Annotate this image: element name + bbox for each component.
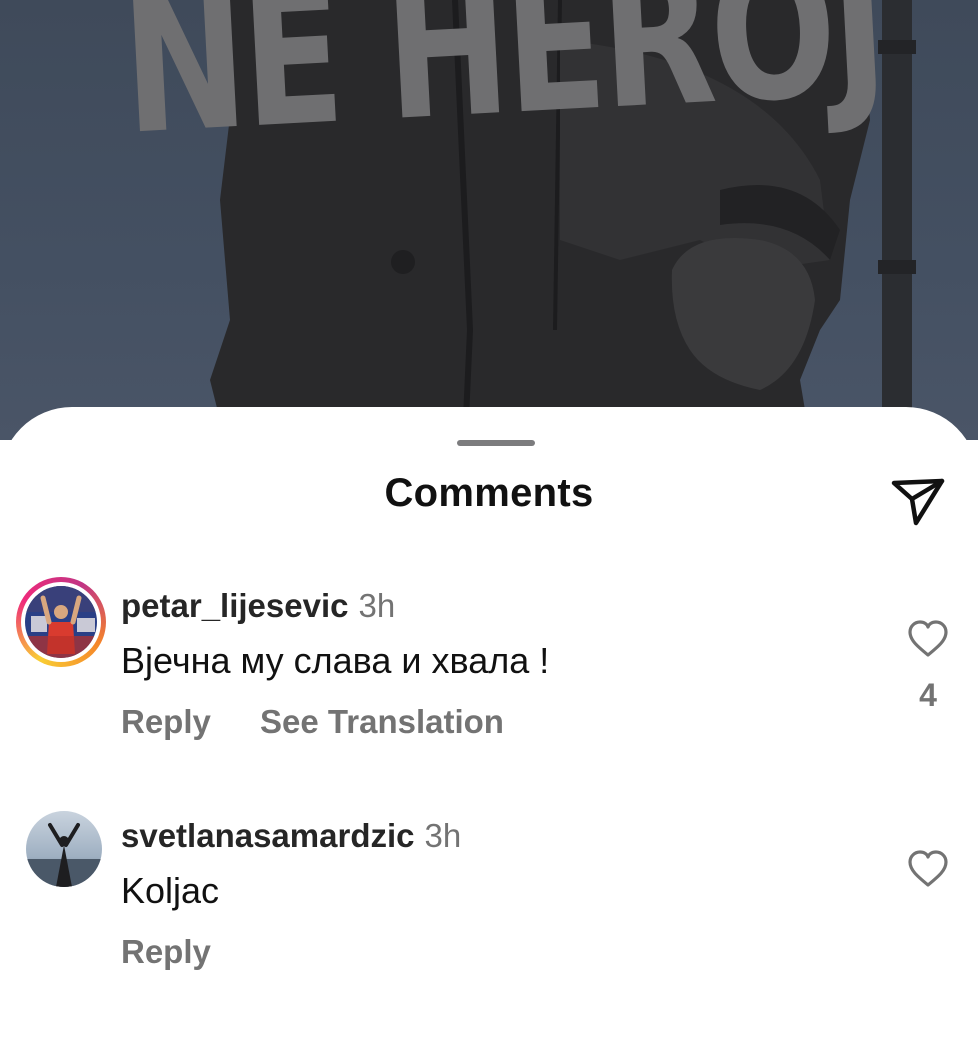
comment-time: 3h: [424, 817, 462, 854]
reply-button[interactable]: Reply: [121, 933, 211, 970]
like-button[interactable]: [907, 849, 949, 889]
comment-text: Koljac: [121, 870, 220, 911]
comment-time: 3h: [358, 587, 396, 624]
comment-username[interactable]: petar_lijesevic 3h: [121, 587, 395, 625]
avatar-image: [25, 586, 97, 658]
like-count: 4: [919, 677, 937, 713]
comments-sheet: Comments petar_lijesevic 3h Вјечна му сл…: [0, 407, 978, 1040]
sheet-grab-handle[interactable]: [457, 440, 535, 446]
comment-actions: Reply See Translation: [121, 703, 544, 741]
comment-username[interactable]: svetlanasamardzic 3h: [121, 817, 461, 855]
heart-outline-icon: [908, 850, 948, 887]
see-translation-button[interactable]: See Translation: [260, 703, 504, 740]
comment-item: petar_lijesevic 3h Вјечна му слава и хвал…: [0, 577, 978, 777]
post-image: NE HEROJ: [0, 0, 978, 440]
avatar-image: [26, 811, 102, 887]
story-ring[interactable]: [16, 577, 106, 667]
paper-plane-icon: [891, 478, 945, 526]
avatar[interactable]: [25, 586, 97, 658]
like-button[interactable]: [907, 619, 949, 659]
comment-text: Вјечна му слава и хвала !: [121, 640, 550, 681]
share-button[interactable]: [888, 471, 948, 527]
reply-button[interactable]: Reply: [121, 703, 211, 740]
sheet-title: Comments: [384, 471, 594, 515]
post-overlay-text: NE HEROJ: [117, 0, 888, 177]
comment-item: svetlanasamardzic 3h Koljac Reply: [0, 807, 978, 987]
avatar[interactable]: [26, 811, 102, 887]
comment-actions: Reply: [121, 933, 251, 971]
heart-outline-icon: [908, 620, 948, 657]
